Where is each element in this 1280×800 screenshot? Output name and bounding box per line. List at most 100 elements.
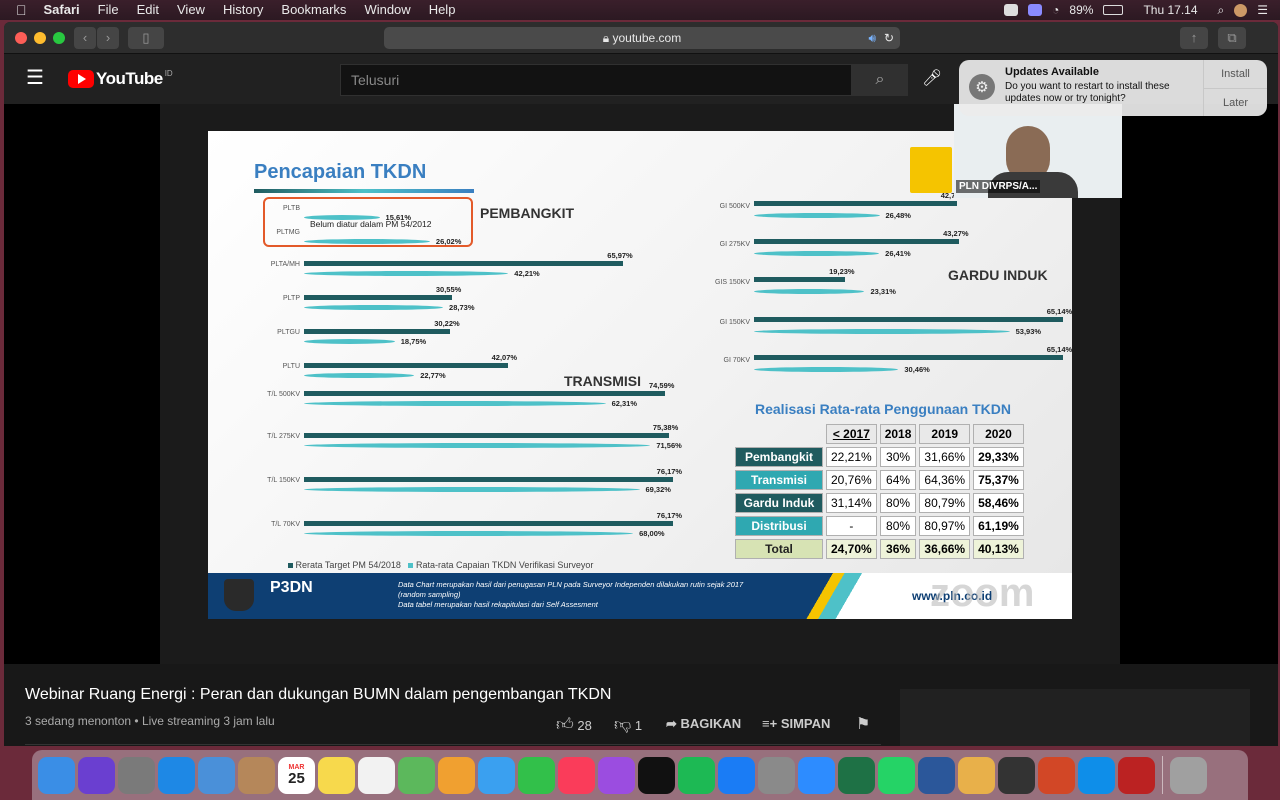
battery-text: 89% [1069,3,1094,17]
menu-window[interactable]: Window [355,0,419,20]
zoom-window-button[interactable] [53,32,65,44]
bar-value-label: 43,27% [943,229,969,238]
bar-value-label: 65,14% [1046,345,1072,354]
dock-teamviewer-icon[interactable] [1078,756,1115,794]
dock-calendar-icon[interactable]: MAR 25 [278,756,315,794]
menu-bar:  Safari File Edit View History Bookmark… [0,0,1280,20]
dock-spotify-icon[interactable] [678,756,715,794]
share-icon[interactable]: ↑ [1180,27,1208,49]
video-player[interactable]: Pencapaian TKDN PEMBANGKIT TRANSMISI GAR… [4,104,1278,664]
dock-stats-icon[interactable] [1118,756,1155,794]
tabs-icon[interactable]: ⧉ [1218,27,1246,49]
dock-zoom-icon[interactable] [798,756,835,794]
table-cell: 80% [879,493,917,513]
region-code: ID [164,69,173,78]
dock-app-store-icon[interactable] [718,756,755,794]
dock-stickies-icon[interactable] [998,756,1035,794]
table-row: Total 24,70% 36% 36,66% 40,13% [735,539,1024,559]
user-icon[interactable] [1234,3,1248,17]
table-cell: 36% [879,539,917,559]
dock-system-preferences-icon[interactable] [758,756,795,794]
reload-icon[interactable]: ↻ [884,27,894,49]
bar-value-label: 26,41% [885,249,911,258]
audio-icon[interactable]: 🔊︎ [868,27,876,49]
share-arrow-icon: ➦ [666,716,677,731]
dock-tv-icon[interactable] [638,756,675,794]
dock-facetime-icon[interactable] [518,756,555,794]
dock-powerpoint-icon[interactable] [1038,756,1075,794]
dock-reminders-icon[interactable] [358,756,395,794]
update-notification[interactable]: ⚙ Updates Available Do you want to resta… [959,60,1267,116]
screen-icon[interactable] [1028,4,1043,16]
dock-contacts-icon[interactable] [238,756,275,794]
search-icon[interactable]: ⌕ [852,64,908,96]
share-button[interactable]: ➦ BAGIKAN [666,716,741,732]
flag-icon[interactable]: ⚑ [856,714,870,734]
dock-finder-icon[interactable] [38,756,75,794]
dock-whatsapp-icon[interactable] [878,756,915,794]
dock-safari-icon[interactable] [158,756,195,794]
bar-dark [754,355,1063,360]
youtube-logo[interactable]: YouTube ID [68,69,173,89]
dock-podcasts-icon[interactable] [598,756,635,794]
bar-dark [754,277,846,282]
bar-dark [754,201,957,206]
menu-app-name[interactable]: Safari [35,0,89,20]
category-label: GI 275KV [719,241,750,248]
youtube-logo-text: YouTube [96,69,163,88]
dislike-button[interactable]: 👎︎ 1 [614,714,642,735]
save-button[interactable]: ≡+ SIMPAN [762,716,830,731]
bar-value-label: 19,23% [829,267,855,276]
like-button[interactable]: 👍︎ 28 [556,714,592,735]
dock-word-icon[interactable] [918,756,955,794]
table-cell: 31,66% [919,447,971,467]
search-input[interactable]: Telusuri [340,64,852,96]
control-center-icon[interactable]: ☰ [1257,3,1268,17]
table-row: Pembangkit 22,21% 30% 31,66% 29,33% [735,447,1024,467]
zoom-status-icon[interactable] [1004,4,1019,16]
hamburger-menu-icon[interactable]: ☰ [26,68,44,88]
dock-launchpad-icon[interactable] [118,756,155,794]
clock[interactable]: Thu 17.14 [1143,3,1197,17]
install-button[interactable]: Install [1204,60,1267,88]
later-button[interactable]: Later [1204,88,1267,116]
dock-notes-icon[interactable] [318,756,355,794]
dock-siri-icon[interactable] [78,756,115,794]
address-bar[interactable]: 🔒︎ youtube.com 🔊︎ ↻ [384,27,900,49]
table-cell: 80% [879,516,917,536]
webcam-tile[interactable]: PLN DIVRPS/A... [954,104,1122,198]
tkdn-table: < 2017 2018 2019 2020 Pembangkit 22,21% 30% 31,… [732,421,1027,562]
minimize-window-button[interactable] [34,32,46,44]
apple-menu-icon[interactable]:  [0,0,35,20]
dock-excel-icon[interactable] [838,756,875,794]
table-cell: 30% [879,447,917,467]
like-count: 28 [577,718,592,733]
notification-body: Do you want to restart to install these … [1005,81,1170,104]
menu-file[interactable]: File [89,0,128,20]
menu-bookmarks[interactable]: Bookmarks [272,0,355,20]
menu-edit[interactable]: Edit [128,0,168,20]
video-meta: 3 sedang menonton • Live streaming 3 jam… [25,714,275,728]
dock-photos-icon[interactable] [438,756,475,794]
dock-maps-icon[interactable] [398,756,435,794]
dock-preview-icon[interactable] [198,756,235,794]
close-window-button[interactable] [15,32,27,44]
bar-light [754,289,865,294]
menu-view[interactable]: View [168,0,214,20]
dock-messages-icon[interactable] [478,756,515,794]
forward-button[interactable]: › [97,27,119,49]
table-cell: 75,37% [973,470,1024,490]
microphone-icon[interactable]: 🎤︎ [922,68,942,88]
dock-trash-icon[interactable] [1170,756,1207,794]
battery-icon[interactable] [1103,5,1124,15]
back-button[interactable]: ‹ [74,27,96,49]
dock-pencil-icon[interactable] [958,756,995,794]
sidebar-toggle-icon[interactable]: ▯ [128,27,164,49]
menu-help[interactable]: Help [420,0,465,20]
category-label: GI 500KV [719,203,750,210]
garuda-emblem-icon [224,579,254,611]
dock-music-icon[interactable] [558,756,595,794]
spotlight-icon[interactable]: ⌕ [1218,3,1225,18]
menu-history[interactable]: History [214,0,272,20]
wifi-icon[interactable]: ◔ [1052,3,1059,17]
